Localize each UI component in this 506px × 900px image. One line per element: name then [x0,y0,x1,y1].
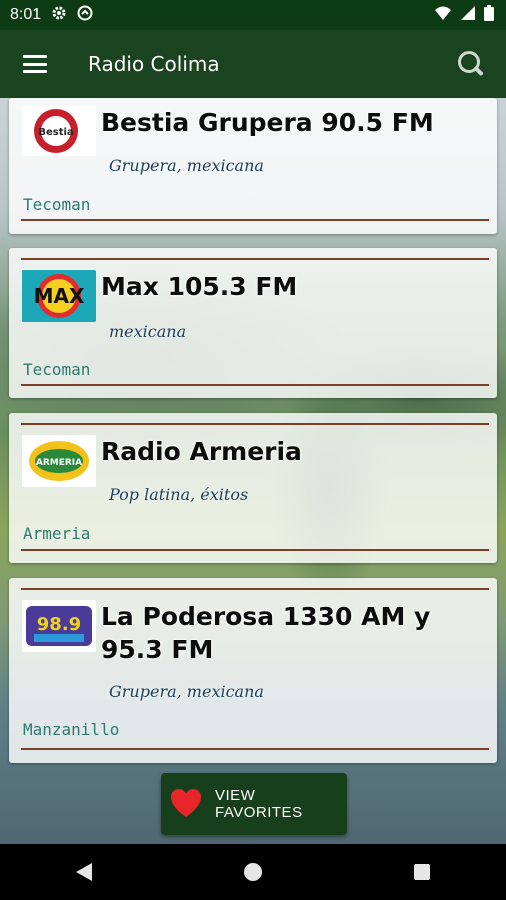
home-icon[interactable] [233,852,273,892]
signal-icon [460,5,476,26]
divider [21,384,489,386]
status-bar: 8:01 [0,0,506,30]
divider [21,423,489,425]
station-logo: 98.9 [22,600,96,652]
navigation-bar [0,844,506,900]
battery-icon [484,4,494,26]
logo-text: 98.9 [37,614,81,635]
app-title: Radio Colima [88,52,220,76]
station-city: Tecoman [23,195,91,214]
divider [21,549,489,551]
logo-text: ARMERIA [36,458,82,468]
view-favorites-label: VIEW FAVORITES [215,787,303,821]
divider [21,258,489,260]
gear-icon [51,5,67,25]
station-card-la-poderosa[interactable]: 98.9 La Poderosa 1330 AM y 95.3 FM Grupe… [9,578,497,763]
hamburger-menu-icon[interactable] [23,55,47,73]
view-favorites-button[interactable]: VIEW FAVORITES [161,773,347,835]
logo-text: Bestia [38,127,73,138]
station-city: Manzanillo [23,720,120,739]
sync-icon [77,5,93,25]
search-icon[interactable] [456,49,486,79]
recents-icon[interactable] [402,852,442,892]
divider [21,588,489,590]
station-logo: MAX [22,270,96,322]
station-logo: Bestia [22,106,96,156]
status-time: 8:01 [10,6,42,23]
station-name: La Poderosa 1330 AM y 95.3 FM [101,602,431,664]
station-name: Radio Armeria [101,437,302,466]
heart-icon [169,787,203,821]
station-city: Tecoman [23,360,91,379]
logo-text: MAX [34,284,85,308]
station-card-max[interactable]: MAX Max 105.3 FM mexicana Tecoman [9,248,497,398]
station-name: Bestia Grupera 90.5 FM [101,108,434,137]
station-logo: ARMERIA [22,435,96,487]
back-icon[interactable] [64,852,104,892]
divider [21,219,489,221]
divider [21,748,489,750]
app-bar: Radio Colima [0,30,506,98]
station-card-armeria[interactable]: ARMERIA Radio Armeria Pop latina, éxitos… [9,413,497,563]
station-genre: Grupera, mexicana [109,156,264,175]
station-genre: Grupera, mexicana [109,682,264,701]
station-card-bestia[interactable]: Bestia Bestia Grupera 90.5 FM Grupera, m… [9,98,497,234]
station-genre: Pop latina, éxitos [109,485,249,504]
station-genre: mexicana [109,322,187,341]
wifi-icon [434,5,452,26]
station-city: Armeria [23,524,91,543]
station-name: Max 105.3 FM [101,272,298,301]
